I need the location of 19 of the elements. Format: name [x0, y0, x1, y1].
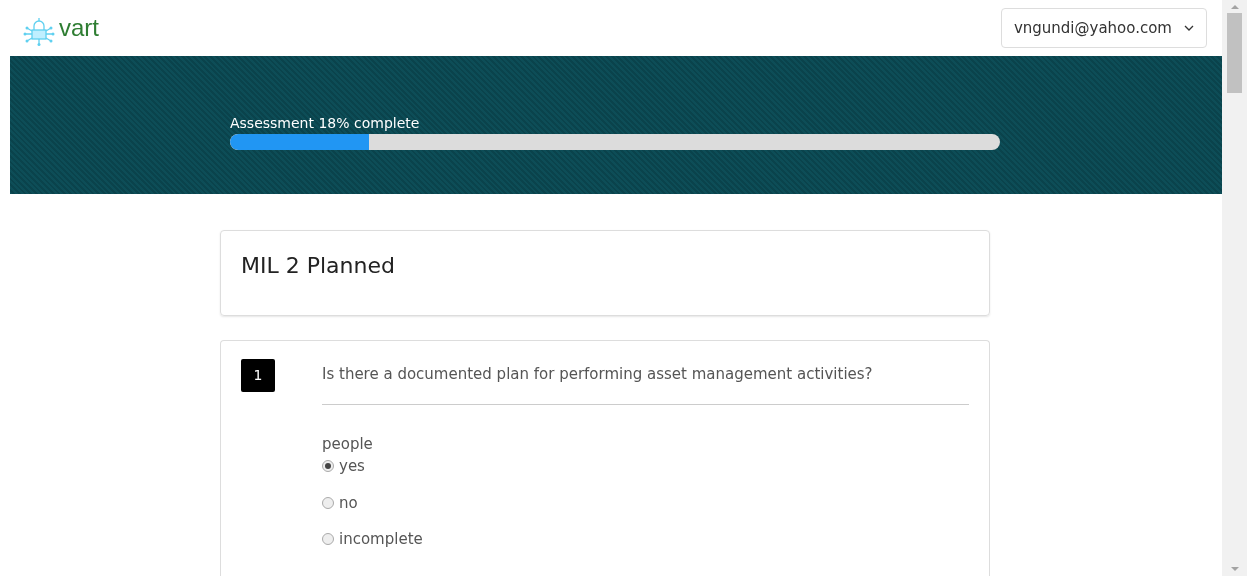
- scroll-up-icon[interactable]: [1230, 5, 1239, 9]
- chevron-down-icon: [1184, 25, 1194, 31]
- scroll-down-icon[interactable]: [1230, 567, 1239, 571]
- group-label: people: [322, 433, 374, 455]
- question-text: Is there a documented plan for performing asset management activities?: [322, 363, 969, 405]
- radio-button[interactable]: [322, 533, 334, 546]
- option-label[interactable]: incomplete: [339, 528, 423, 551]
- option-label[interactable]: yes: [339, 455, 365, 478]
- radio-button[interactable]: [322, 460, 334, 473]
- option-label[interactable]: no: [339, 491, 358, 514]
- question-number: 1: [241, 359, 275, 392]
- progress-label: Assessment 18% complete: [230, 113, 421, 133]
- account-dropdown[interactable]: vngundi@yahoo.com: [1000, 7, 1207, 49]
- radio-button[interactable]: [322, 496, 334, 509]
- circuit-lock-icon: [23, 18, 55, 46]
- section-title: MIL 2 Planned: [241, 253, 396, 280]
- scrollbar-thumb[interactable]: [1227, 13, 1242, 93]
- scrollbar[interactable]: [1222, 0, 1247, 576]
- logo-text: vart: [59, 13, 99, 43]
